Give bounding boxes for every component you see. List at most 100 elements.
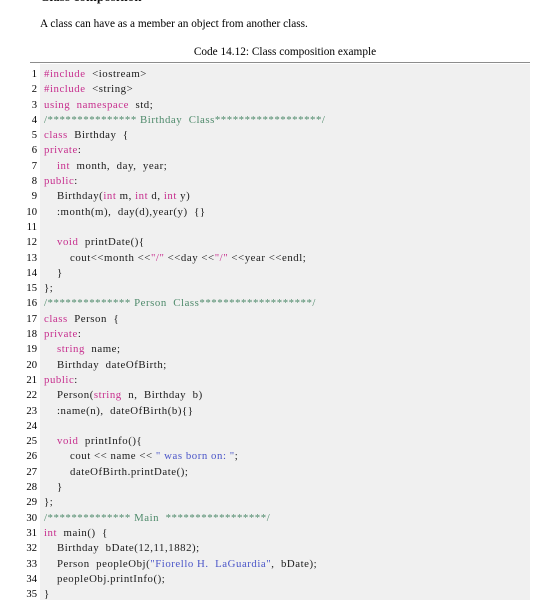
code-token-st: "Fiorello H. LaGuardia" — [150, 557, 272, 570]
code-token-pl: name; — [84, 343, 121, 356]
code-token-kw: #include — [44, 83, 86, 96]
line-number: 21 — [26, 374, 37, 386]
line-source: cout << name << " was born on: "; — [44, 449, 238, 464]
line-number: 18 — [26, 329, 37, 341]
code-token-kw: int — [57, 159, 71, 172]
line-number: 9 — [31, 191, 37, 203]
line-number: 1 — [31, 69, 37, 80]
line-number: 4 — [31, 114, 37, 126]
line-source: peopleObj.printInfo(); — [44, 572, 165, 587]
line-source: Birthday bDate(12,11,1882); — [44, 541, 200, 556]
line-number: 14 — [26, 267, 37, 279]
code-line: 23 :name(n), dateOfBirth(b){} — [14, 404, 530, 419]
code-line: 8 public: — [14, 174, 530, 189]
code-lines: 1 #include <iostream> 2 #include <string> 3 u… — [14, 64, 530, 602]
code-line: 18 private: — [14, 327, 530, 342]
code-token-pl: <<day << — [164, 251, 215, 264]
code-line: 9 Birthday(int m, int d, int y) — [14, 189, 530, 204]
code-line: 15}; — [14, 281, 530, 296]
line-number: 15 — [26, 283, 37, 295]
line-number: 10 — [26, 206, 37, 218]
code-line: 30 /************** Main *****************… — [14, 511, 530, 526]
code-token-pl: Birthday { — [67, 129, 129, 142]
code-token-pl: peopleObj.printInfo(); — [44, 572, 166, 585]
code-token-kw: private — [44, 328, 78, 341]
code-token-kw: class — [44, 312, 68, 325]
listing-caption: Code 14.12: Class composition example — [193, 46, 377, 58]
code-token-pl: :month(m), day(d),year(y) {} — [44, 205, 206, 218]
code-token-pl: } — [44, 481, 63, 494]
line-number: 11 — [26, 221, 37, 233]
code-token-kw: using namespace — [44, 98, 129, 111]
code-token-kw: int — [135, 190, 149, 203]
line-number: 5 — [31, 130, 37, 142]
line-number: 28 — [26, 482, 37, 494]
code-token-kw: void — [57, 236, 79, 249]
code-token-pl: n, Birthday b) — [121, 389, 203, 402]
code-line: 3 using namespace std; — [14, 98, 530, 113]
line-number: 26 — [26, 451, 37, 463]
code-token-pl: dateOfBirth.printDate(); — [44, 465, 189, 478]
code-line: 10 :month(m), day(d),year(y) {} — [14, 205, 530, 220]
line-source: Birthday dateOfBirth; — [44, 358, 167, 373]
code-line: 33 Person peopleObj("Fiorello H. LaGuard… — [14, 557, 530, 572]
line-source: Birthday(int m, int d, int y) — [44, 189, 190, 204]
line-number: 33 — [26, 558, 37, 570]
line-number: 32 — [26, 543, 37, 555]
line-number: 8 — [31, 176, 37, 188]
line-source: class Birthday { — [44, 128, 129, 143]
line-source: class Person { — [44, 312, 119, 327]
code-token-pl: cout << name << — [44, 450, 156, 463]
code-token-kw: int — [103, 190, 117, 203]
line-source: private: — [44, 143, 81, 158]
line-number: 2 — [31, 84, 37, 96]
code-token-kw: int — [163, 190, 177, 203]
line-source: }; — [44, 281, 53, 296]
code-line: 19 string name; — [14, 342, 530, 357]
code-line: 25 void printInfo(){ — [14, 434, 530, 449]
code-token-pl: printInfo(){ — [78, 435, 143, 448]
code-line: 21 public: — [14, 373, 530, 388]
code-line: 1 #include <iostream> — [14, 67, 530, 82]
code-token-kw: class — [44, 129, 68, 142]
code-token-pl: , bDate); — [271, 557, 318, 570]
code-token-kw: int — [44, 526, 58, 539]
code-token-kw: public — [44, 175, 75, 188]
code-token-pl: Person peopleObj( — [44, 557, 151, 570]
code-token-pl: }; — [44, 496, 54, 509]
line-source: dateOfBirth.printDate(); — [44, 465, 188, 480]
line-source: /************** Person Class************… — [44, 296, 316, 311]
code-token-pl: std; — [128, 98, 154, 111]
line-number: 16 — [26, 298, 37, 310]
line-number: 12 — [26, 237, 37, 249]
line-source: void printInfo(){ — [44, 434, 142, 449]
code-token-pl: : — [74, 373, 78, 386]
code-line: 24 — [14, 419, 530, 434]
code-token-pl: : — [77, 328, 82, 341]
code-line: 16 /************** Person Class**********… — [14, 296, 530, 311]
line-source: :name(n), dateOfBirth(b){} — [44, 404, 193, 419]
code-token-kw: public — [44, 373, 75, 386]
code-token-kw: string — [93, 389, 122, 402]
code-token-pl: Person( — [44, 389, 94, 402]
line-number: 20 — [26, 359, 37, 371]
code-line: 14 } — [14, 266, 530, 281]
code-token-kw: #include — [44, 68, 86, 80]
code-token-pl: :name(n), dateOfBirth(b){} — [44, 404, 194, 417]
clipped-section-heading: Class composition — [40, 0, 142, 5]
code-line: 6 private: — [14, 143, 530, 158]
code-token-cm: /*************** Birthday Class*********… — [44, 113, 326, 126]
code-token-pl: main() { — [57, 526, 108, 539]
line-number: 24 — [26, 420, 37, 432]
code-token-pl: } — [44, 588, 50, 601]
line-source: #include <iostream> — [44, 67, 147, 82]
listing-top-rule — [30, 62, 530, 63]
line-number: 19 — [26, 344, 37, 356]
line-source: Person peopleObj("Fiorello H. LaGuardia"… — [44, 557, 317, 572]
line-number: 17 — [26, 313, 37, 325]
code-token-stp: "/" — [214, 251, 229, 264]
code-token-kw: private — [44, 144, 78, 157]
line-source: }; — [44, 495, 53, 510]
code-token-pl: : — [77, 144, 82, 157]
line-source: int month, day, year; — [44, 159, 167, 174]
